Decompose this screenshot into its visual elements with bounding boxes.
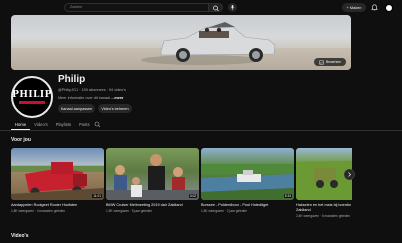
video-duration: 11:01 [92, 194, 102, 198]
video-card[interactable]: 3:02 BMW Cruiser Meilmeeting 2019 dair Z… [106, 148, 199, 213]
video-title[interactable]: BMW Cruiser Meilmeeting 2019 dair Zaldla… [106, 203, 199, 208]
edit-banner-label: Bewerken [325, 60, 342, 64]
edit-banner-button[interactable]: Bewerken [314, 58, 346, 66]
channel-description[interactable]: Meer informatie over dit kanaal ...meer [58, 96, 123, 100]
create-button[interactable]: + Maken [342, 3, 366, 12]
video-thumbnail[interactable]: 5:34 [201, 148, 294, 200]
create-label: + Maken [346, 5, 362, 10]
video-card[interactable]: 5:34 Borssee - Polderdboor - Pool Hotedi… [201, 148, 294, 213]
voice-search-button[interactable] [228, 3, 237, 12]
search-button[interactable] [209, 3, 223, 12]
video-card[interactable]: Hakselen en het mais bij boerdin Zaldlan… [296, 148, 352, 218]
video-meta: 1,8K weergaven · 4 maanden geleden [11, 209, 66, 214]
section-title-for-you: Voor jou [11, 137, 31, 143]
channel-avatar[interactable]: PHILIP [11, 76, 53, 118]
video-title[interactable]: Hakselen en het mais bij boerdin Zaldlan… [296, 203, 352, 212]
channel-description-more[interactable]: ...meer [111, 96, 123, 100]
video-title[interactable]: Borssee - Polderdboor - Pool Hoteditget [201, 203, 294, 208]
video-thumbnail[interactable]: 3:02 [106, 148, 199, 200]
chevron-right-icon [348, 172, 351, 177]
channel-banner: Bewerken [11, 15, 351, 70]
video-title[interactable]: Aardappelen Rooigeet Rooier Hoofsten [11, 203, 104, 208]
section-title-videos: Video's [11, 233, 29, 239]
channel-meta: @PhilipJG1 · 159 abonnees · 94 video's [58, 88, 126, 92]
video-meta: 2,4K weergaven · 5 maanden geleden [296, 213, 351, 218]
car-meeting-image [106, 154, 199, 200]
notifications-bell-icon[interactable] [371, 4, 378, 11]
account-avatar[interactable] [385, 3, 393, 12]
video-duration: 3:02 [188, 194, 197, 198]
video-meta: 1,9K weergaven · 5 jaar geleden [106, 209, 153, 214]
customize-channel-button[interactable]: Kanaal aanpassen [58, 104, 95, 113]
potato-harvester-image [11, 162, 104, 200]
tabs-divider [0, 130, 402, 131]
manage-videos-label: Video's beheren [101, 106, 129, 111]
carousel-next-button[interactable] [344, 169, 355, 180]
customize-channel-label: Kanaal aanpassen [60, 106, 93, 111]
video-card[interactable]: 11:01 Aardappelen Rooigeet Rooier Hoofst… [11, 148, 104, 213]
channel-search-icon[interactable] [94, 121, 101, 128]
tab-home[interactable]: Home [11, 121, 31, 130]
channel-name: Philip [58, 74, 86, 85]
channel-logo-text: PHILIP [12, 90, 52, 100]
manage-videos-button[interactable]: Video's beheren [98, 104, 132, 113]
polder-boat-image [201, 164, 294, 200]
video-duration: 5:34 [283, 194, 292, 198]
search-placeholder: Zoeken [70, 5, 82, 9]
tab-playlists[interactable]: Playlists [52, 121, 75, 130]
tab-videos[interactable]: Video's [30, 121, 52, 130]
channel-logo-bar [19, 101, 45, 104]
image-edit-icon [319, 60, 324, 64]
banner-car-image [141, 22, 276, 65]
tab-posts[interactable]: Posts [75, 121, 93, 130]
channel-tabs: Home Video's Playlists Posts [11, 121, 94, 130]
video-thumbnail[interactable]: 11:01 [11, 148, 104, 200]
search-input[interactable]: Zoeken [64, 3, 209, 12]
microphone-icon [230, 5, 235, 10]
video-meta: 1,5K weergaven · 2 jaar geleden [201, 209, 248, 214]
channel-description-text: Meer informatie over dit kanaal [58, 96, 111, 100]
search-icon [213, 5, 219, 12]
top-bar: Zoeken + Maken [0, 0, 402, 14]
